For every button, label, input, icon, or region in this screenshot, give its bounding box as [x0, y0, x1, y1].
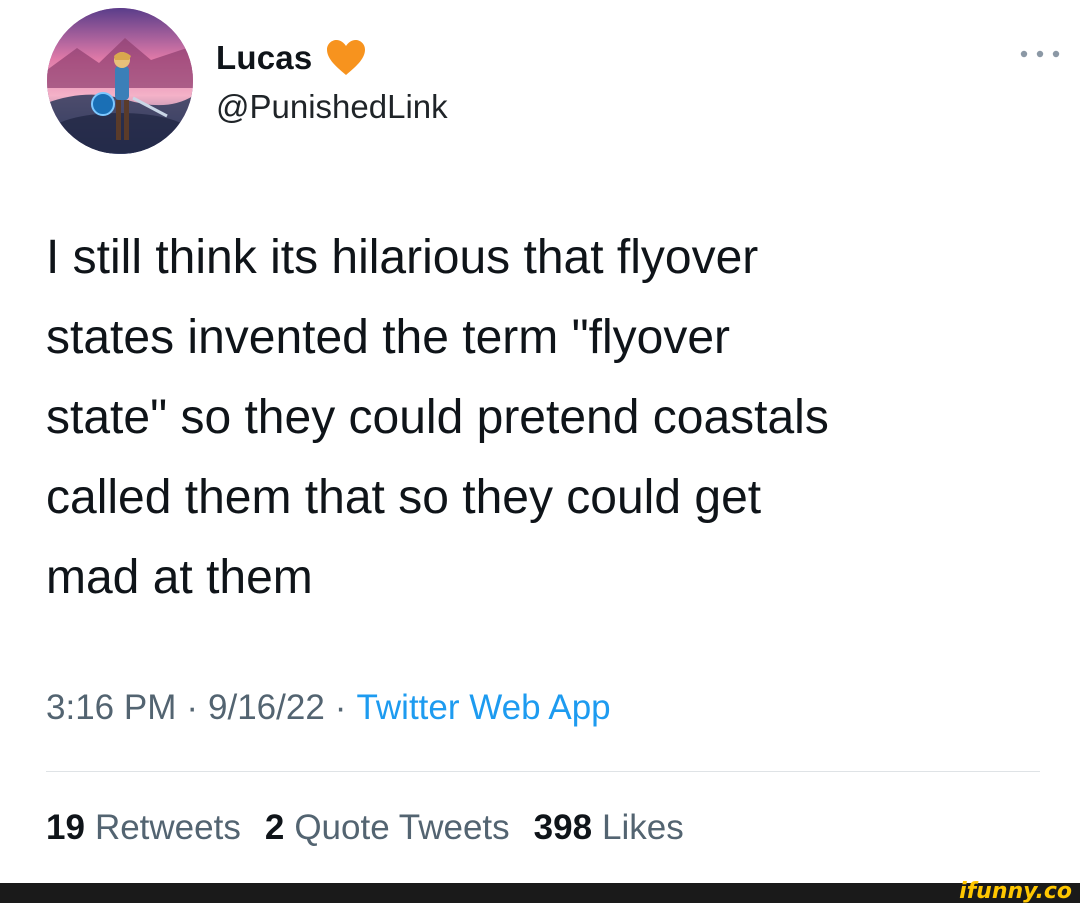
avatar-image: [47, 8, 193, 154]
likes-count: 398: [533, 808, 593, 847]
retweets-count: 19: [46, 808, 85, 847]
tweet-source-link[interactable]: Twitter Web App: [356, 688, 610, 728]
tweet-meta: 3:16 PM · 9/16/22 · Twitter Web App: [46, 688, 611, 728]
retweets-label: Retweets: [94, 808, 241, 847]
author-name-row: Lucas: [216, 36, 368, 80]
tweet-card: Lucas @PunishedLink I still think its hi…: [0, 0, 1080, 883]
display-name[interactable]: Lucas: [216, 39, 312, 77]
quote-tweets-count: 2: [264, 808, 285, 847]
more-horizontal-icon[interactable]: [1016, 44, 1064, 64]
tweet-stats: 19 Retweets 2 Quote Tweets 398 Likes: [46, 808, 708, 848]
orange-heart-icon: [324, 36, 368, 80]
likes-stat[interactable]: 398 Likes: [534, 808, 684, 848]
avatar[interactable]: [47, 8, 193, 154]
watermark-bar: ifunny.co: [0, 879, 1080, 904]
meta-separator: ·: [186, 688, 199, 727]
tweet-text: I still think its hilarious that flyover…: [46, 231, 829, 604]
tweet-date[interactable]: 9/16/22: [208, 688, 325, 728]
likes-label: Likes: [602, 808, 684, 847]
tweet-time[interactable]: 3:16 PM: [46, 688, 176, 728]
divider: [46, 771, 1040, 772]
author-handle[interactable]: @PunishedLink: [216, 88, 448, 126]
quote-tweets-stat[interactable]: 2 Quote Tweets: [265, 808, 510, 848]
quote-tweets-label: Quote Tweets: [294, 808, 510, 847]
meta-separator: ·: [334, 688, 347, 727]
retweets-stat[interactable]: 19 Retweets: [46, 808, 241, 848]
ifunny-watermark: ifunny.co: [959, 879, 1072, 904]
